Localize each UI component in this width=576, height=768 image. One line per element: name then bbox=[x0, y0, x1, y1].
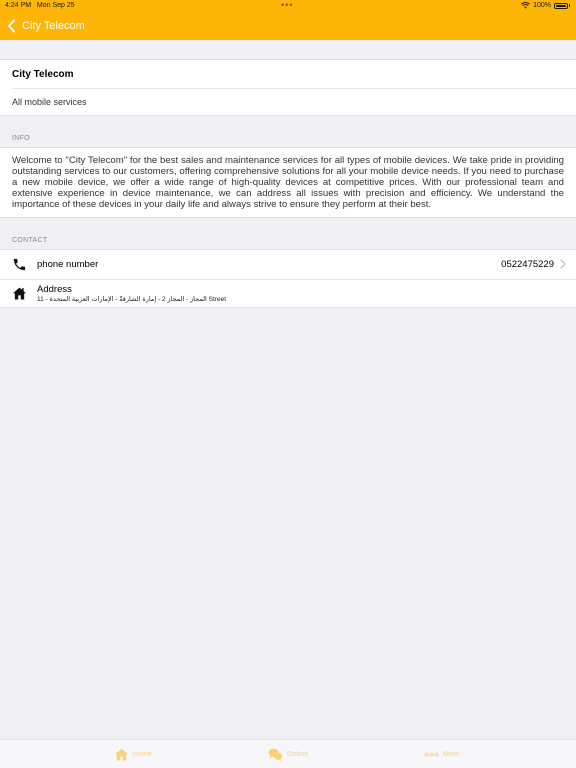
phone-row[interactable]: phone number 0522475229 bbox=[0, 250, 576, 279]
address-value: المجاز - المجاز 2 - إمارة الشارقةّ - الإ… bbox=[37, 296, 227, 303]
chat-bubbles-icon bbox=[268, 748, 283, 761]
status-time: 4:24 PM Mon Sep 25 bbox=[5, 2, 75, 9]
info-section-label: INFO bbox=[12, 135, 30, 142]
tab-orders[interactable]: Orders bbox=[268, 740, 308, 768]
battery-percent: 100% bbox=[533, 2, 551, 9]
tab-home-label: Home bbox=[133, 750, 152, 758]
tab-more-label: More bbox=[443, 750, 459, 758]
multitasking-dots-icon[interactable]: ••• bbox=[281, 0, 293, 10]
info-card: Welcome to "City Telecom" for the best s… bbox=[0, 147, 576, 218]
battery-icon bbox=[554, 2, 568, 9]
store-subtitle: All mobile services bbox=[12, 97, 87, 107]
address-label: Address bbox=[37, 284, 72, 295]
status-indicators: 100% bbox=[521, 2, 570, 9]
tab-home[interactable]: Home bbox=[114, 740, 152, 768]
contact-section-label: CONTACT bbox=[12, 237, 48, 244]
chevron-right-icon bbox=[560, 259, 566, 269]
tab-more[interactable]: More bbox=[424, 740, 459, 768]
status-bar: 4:24 PM Mon Sep 25 ••• 100% bbox=[0, 0, 576, 12]
tab-orders-label: Orders bbox=[287, 750, 309, 758]
phone-value: 0522475229 bbox=[501, 259, 554, 270]
back-button[interactable]: City Telecom bbox=[6, 14, 85, 38]
phone-label: phone number bbox=[37, 259, 99, 270]
phone-icon bbox=[13, 258, 26, 271]
tab-bar: Home Orders More bbox=[0, 739, 576, 768]
contact-card: phone number 0522475229 Address المجاز -… bbox=[0, 249, 576, 308]
address-row[interactable]: Address المجاز - المجاز 2 - إمارة الشارق… bbox=[0, 279, 576, 308]
battery-nub bbox=[569, 4, 570, 7]
store-header-card: City Telecom All mobile services bbox=[0, 59, 576, 116]
store-name: City Telecom bbox=[12, 69, 74, 80]
divider bbox=[12, 88, 576, 89]
more-dots-icon bbox=[424, 752, 439, 756]
wifi-icon bbox=[521, 2, 531, 9]
chevron-left-icon bbox=[8, 19, 15, 33]
back-title: City Telecom bbox=[22, 20, 85, 32]
home-icon bbox=[12, 287, 27, 300]
app-header: 4:24 PM Mon Sep 25 ••• 100% City Telecom bbox=[0, 0, 576, 40]
navigation-bar: City Telecom bbox=[0, 14, 576, 38]
home-icon bbox=[114, 748, 129, 760]
info-description: Welcome to "City Telecom" for the best s… bbox=[12, 155, 564, 210]
